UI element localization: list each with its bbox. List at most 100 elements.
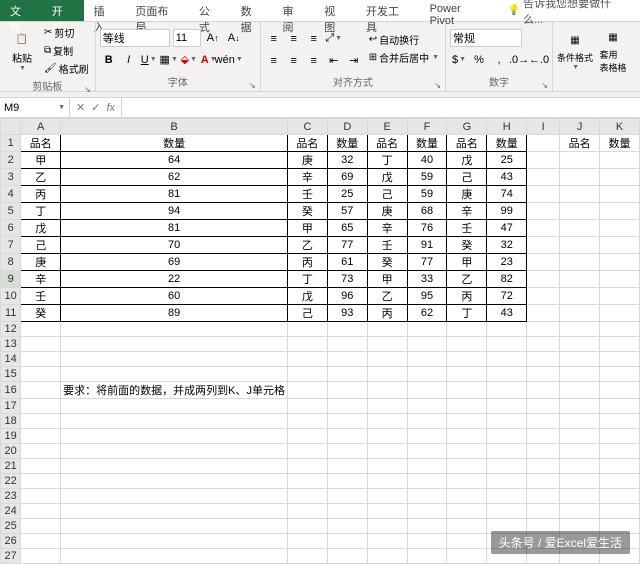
phonetic-button[interactable]: wén▼ (220, 51, 238, 69)
cell[interactable] (327, 322, 367, 337)
merge-center-button[interactable]: ⊞合并后居中▼ (367, 49, 441, 66)
cell[interactable] (600, 459, 640, 474)
cell[interactable] (21, 352, 61, 367)
cell[interactable] (288, 489, 328, 504)
cell[interactable] (447, 382, 487, 399)
cell[interactable] (327, 352, 367, 367)
cell[interactable] (560, 237, 600, 254)
cell[interactable] (600, 382, 640, 399)
cell[interactable]: 庚 (447, 186, 487, 203)
italic-button[interactable]: I (120, 51, 138, 69)
cell[interactable]: 戊 (367, 169, 407, 186)
cell[interactable] (600, 429, 640, 444)
row-header-27[interactable]: 27 (1, 549, 21, 564)
cell[interactable] (21, 459, 61, 474)
cell[interactable]: 95 (407, 288, 447, 305)
cell[interactable] (367, 534, 407, 549)
align-middle-icon[interactable]: ≡ (285, 30, 303, 48)
cell[interactable]: 72 (487, 288, 527, 305)
launcher-icon[interactable]: ↘ (434, 81, 441, 90)
conditional-format-button[interactable]: ▦ 条件格式▼ (557, 27, 593, 75)
cell[interactable] (560, 169, 600, 186)
cell[interactable] (600, 399, 640, 414)
cell[interactable] (367, 489, 407, 504)
launcher-icon[interactable]: ↘ (249, 81, 256, 90)
cell[interactable] (407, 549, 447, 564)
cell[interactable] (288, 549, 328, 564)
cell[interactable]: 93 (327, 305, 367, 322)
cell[interactable] (560, 322, 600, 337)
cell[interactable]: 乙 (367, 288, 407, 305)
cell[interactable]: 甲 (447, 254, 487, 271)
cell[interactable] (560, 414, 600, 429)
cell[interactable] (527, 322, 560, 337)
cell[interactable]: 61 (327, 254, 367, 271)
cell[interactable] (447, 534, 487, 549)
cell[interactable] (407, 474, 447, 489)
cell[interactable] (407, 352, 447, 367)
cell[interactable] (327, 534, 367, 549)
row-header-12[interactable]: 12 (1, 322, 21, 337)
cell[interactable]: 59 (407, 186, 447, 203)
cell[interactable] (407, 367, 447, 382)
cell[interactable] (288, 504, 328, 519)
fx-icon[interactable]: fx (106, 102, 115, 114)
cell[interactable] (367, 382, 407, 399)
col-header-I[interactable]: I (527, 119, 560, 135)
paste-button[interactable]: 📋 粘贴 ▼ (4, 27, 40, 75)
fill-color-button[interactable]: ⬙▼ (180, 51, 198, 69)
cell[interactable]: 丁 (288, 271, 328, 288)
copy-button[interactable]: ⧉复制 (42, 42, 91, 59)
cell[interactable] (367, 337, 407, 352)
cell[interactable] (447, 504, 487, 519)
cell[interactable]: 戊 (447, 152, 487, 169)
cell[interactable] (327, 414, 367, 429)
cell[interactable] (327, 382, 367, 399)
cell[interactable] (288, 337, 328, 352)
align-center-icon[interactable]: ≡ (285, 52, 303, 70)
cell[interactable] (288, 352, 328, 367)
cell[interactable] (487, 322, 527, 337)
cell[interactable] (367, 504, 407, 519)
cell[interactable] (367, 444, 407, 459)
row-header-4[interactable]: 4 (1, 186, 21, 203)
tab-file[interactable]: 文件 (0, 0, 42, 21)
cell[interactable]: 己 (21, 237, 61, 254)
cell[interactable]: 57 (327, 203, 367, 220)
cell[interactable]: 甲 (288, 220, 328, 237)
cancel-formula-icon[interactable]: ✕ (76, 101, 85, 114)
cell[interactable] (21, 367, 61, 382)
cell[interactable]: 己 (447, 169, 487, 186)
cell[interactable]: 辛 (367, 220, 407, 237)
cell[interactable]: 25 (327, 186, 367, 203)
row-header-19[interactable]: 19 (1, 429, 21, 444)
cell[interactable] (600, 203, 640, 220)
cell[interactable] (527, 288, 560, 305)
cell[interactable] (527, 152, 560, 169)
cell[interactable] (560, 489, 600, 504)
cell[interactable] (487, 367, 527, 382)
currency-button[interactable]: $▼ (450, 51, 468, 69)
percent-button[interactable]: % (470, 51, 488, 69)
tab-layout[interactable]: 页面布局 (125, 0, 189, 21)
cell[interactable] (600, 288, 640, 305)
cell[interactable] (288, 429, 328, 444)
cell[interactable] (560, 271, 600, 288)
cell[interactable] (21, 444, 61, 459)
font-size-select[interactable] (173, 29, 201, 47)
cell[interactable] (527, 135, 560, 152)
row-header-16[interactable]: 16 (1, 382, 21, 399)
cell[interactable]: 戊 (288, 288, 328, 305)
cell[interactable] (600, 254, 640, 271)
cell[interactable] (61, 337, 288, 352)
cell[interactable] (61, 534, 288, 549)
row-header-1[interactable]: 1 (1, 135, 21, 152)
cell[interactable]: 81 (61, 186, 288, 203)
cell[interactable] (21, 414, 61, 429)
cell[interactable] (288, 459, 328, 474)
cell[interactable] (21, 399, 61, 414)
cell[interactable] (61, 352, 288, 367)
cell[interactable] (447, 459, 487, 474)
cell[interactable]: 丙 (21, 186, 61, 203)
cell[interactable] (21, 337, 61, 352)
